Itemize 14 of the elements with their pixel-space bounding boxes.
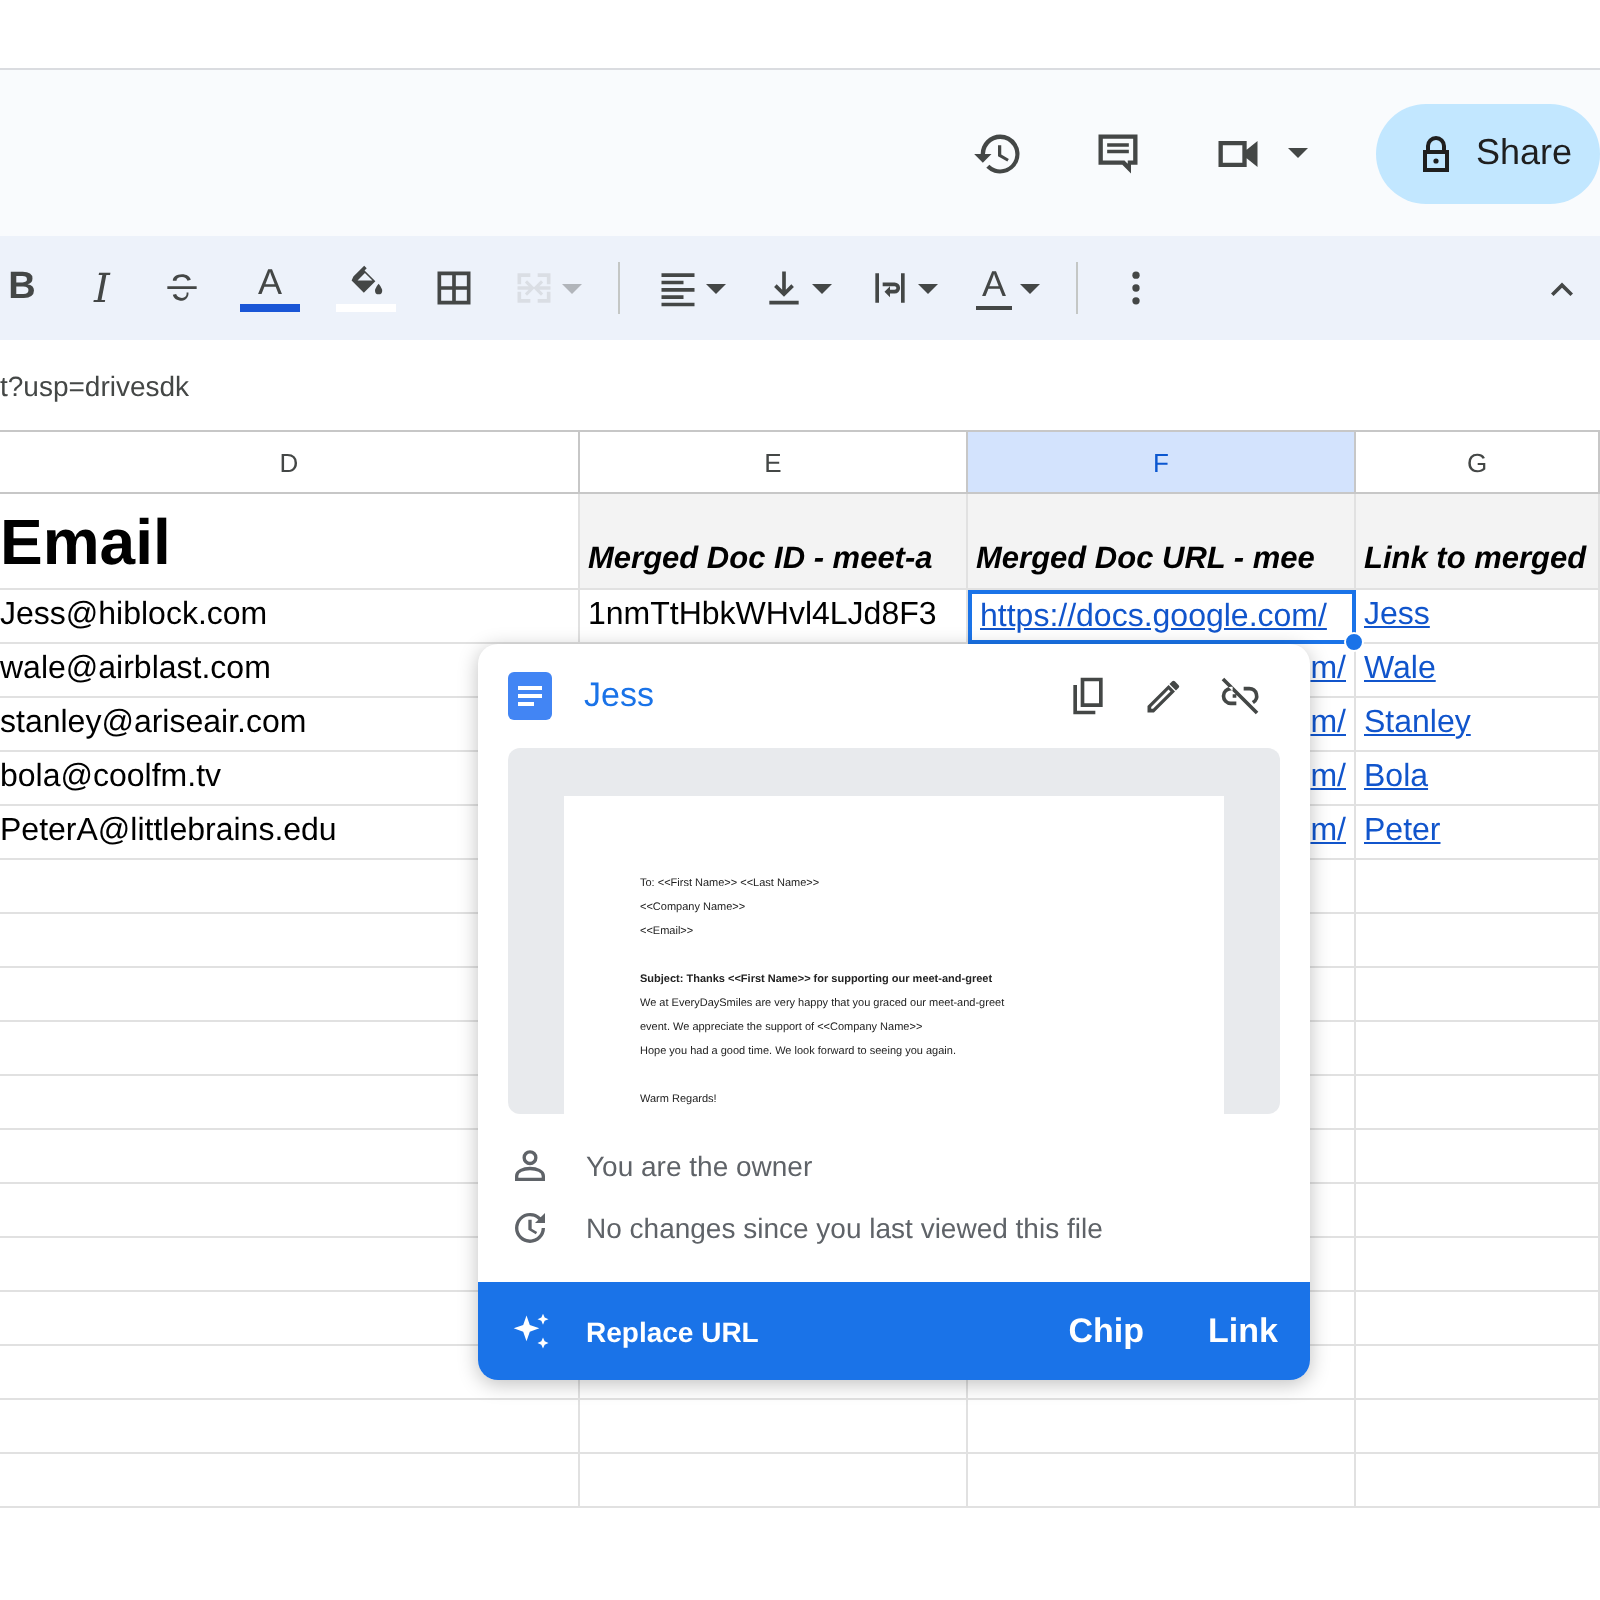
formula-text: t?usp=drivesdk bbox=[0, 369, 190, 401]
header-cell: Merged Doc ID - meet-a bbox=[580, 494, 968, 590]
cell-text: PeterA@littlebrains.edu bbox=[0, 814, 337, 850]
info-text: You are the owner bbox=[586, 1149, 813, 1181]
header-cell: Link to merged bbox=[1356, 494, 1600, 590]
replace-url-label: Replace URL bbox=[586, 1315, 759, 1347]
cell-text: stanley@ariseair.com bbox=[0, 706, 307, 742]
cell-text: 1nmTtHbkWHvl4LJd8F3 bbox=[588, 598, 937, 634]
column-title: Email bbox=[0, 494, 580, 590]
cell-text: Jess@hiblock.com bbox=[0, 598, 268, 634]
cell-text: wale@airblast.com bbox=[0, 652, 271, 688]
header-cell: Merged Doc URL - mee bbox=[968, 494, 1356, 590]
info-text: No changes since you last viewed this file bbox=[586, 1211, 1103, 1243]
cell-text: bola@coolfm.tv bbox=[0, 760, 222, 796]
